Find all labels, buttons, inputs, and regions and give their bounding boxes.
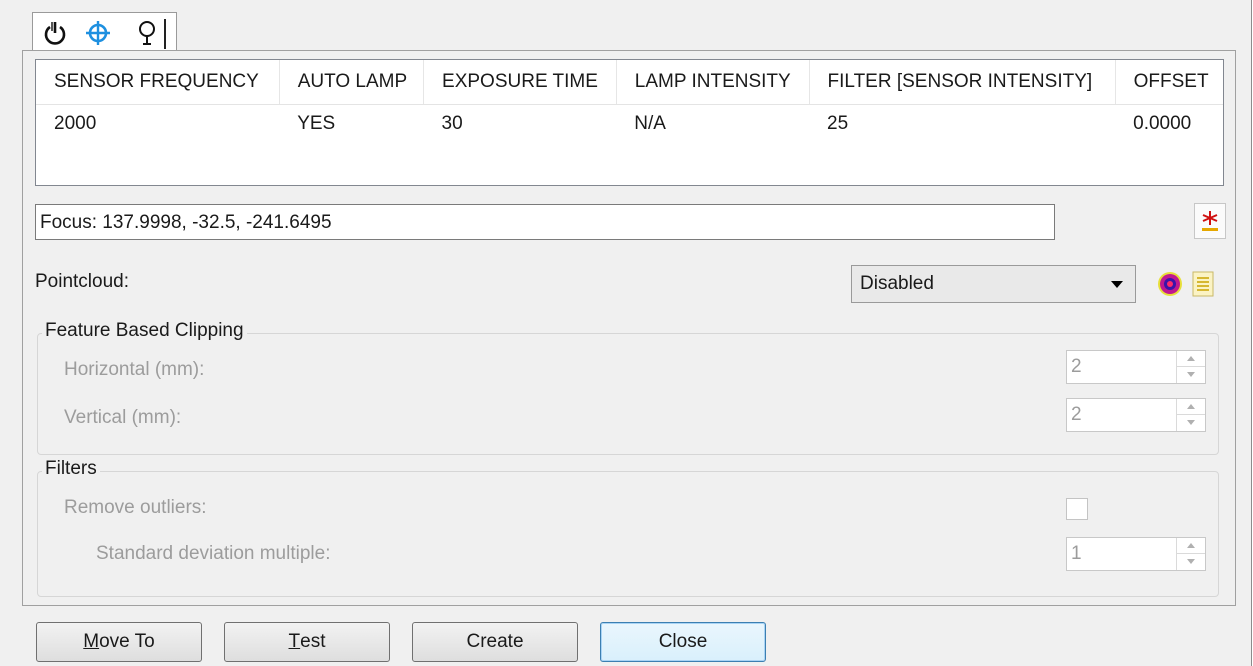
tab-panel: SENSOR FREQUENCY AUTO LAMP EXPOSURE TIME… xyxy=(22,50,1236,606)
grid-header-row: SENSOR FREQUENCY AUTO LAMP EXPOSURE TIME… xyxy=(36,60,1223,105)
column-header[interactable]: SENSOR FREQUENCY xyxy=(36,60,280,105)
spin-up-icon[interactable] xyxy=(1177,538,1205,554)
create-button[interactable]: Create xyxy=(412,622,578,662)
target-color-icon xyxy=(1158,272,1182,296)
document-list-icon xyxy=(1192,271,1214,297)
feature-clipping-title: Feature Based Clipping xyxy=(42,320,247,342)
std-dev-spin-buttons[interactable] xyxy=(1176,538,1205,570)
column-header[interactable]: LAMP INTENSITY xyxy=(615,60,810,105)
cell-exposure-time[interactable]: 30 xyxy=(424,105,617,144)
pointcloud-list-button[interactable] xyxy=(1191,270,1215,303)
spin-down-icon[interactable] xyxy=(1177,367,1205,383)
spin-down-icon[interactable] xyxy=(1177,415,1205,431)
vertical-spinner[interactable]: 2 xyxy=(1066,398,1206,432)
column-header[interactable]: FILTER [SENSOR INTENSITY] xyxy=(808,60,1116,105)
spin-up-icon[interactable] xyxy=(1177,351,1205,367)
tab-crosshair[interactable] xyxy=(76,12,121,53)
remove-outliers-label: Remove outliers: xyxy=(64,497,207,518)
settings-grid: SENSOR FREQUENCY AUTO LAMP EXPOSURE TIME… xyxy=(35,59,1224,186)
tab-lamp[interactable] xyxy=(120,12,177,53)
horizontal-label: Horizontal (mm): xyxy=(64,359,205,380)
cell-filter[interactable]: 25 xyxy=(809,105,1115,144)
pointcloud-selected-value: Disabled xyxy=(860,273,934,294)
cell-sensor-frequency[interactable]: 2000 xyxy=(36,105,279,144)
vertical-spin-buttons[interactable] xyxy=(1176,399,1205,431)
std-dev-spinner[interactable]: 1 xyxy=(1066,537,1206,571)
horizontal-spinner[interactable]: 2 xyxy=(1066,350,1206,384)
horizontal-spin-buttons[interactable] xyxy=(1176,351,1205,383)
move-to-mnemonic: M xyxy=(83,631,100,652)
pointcloud-view-button[interactable] xyxy=(1156,270,1184,303)
cell-offset[interactable]: 0.0000 xyxy=(1115,105,1223,144)
pointcloud-label: Pointcloud: xyxy=(35,271,130,292)
chevron-down-icon xyxy=(1111,281,1123,288)
feature-clipping-group: Feature Based Clipping Horizontal (mm): … xyxy=(37,320,1219,455)
horizontal-value: 2 xyxy=(1071,356,1082,377)
cell-lamp-intensity[interactable]: N/A xyxy=(616,105,809,144)
test-mnemonic: T xyxy=(288,631,301,652)
focus-star-button[interactable] xyxy=(1194,203,1226,239)
remove-outliers-checkbox[interactable] xyxy=(1066,498,1088,520)
std-dev-label: Standard deviation multiple: xyxy=(96,543,331,564)
filters-title: Filters xyxy=(42,458,100,480)
test-label: est xyxy=(300,631,326,652)
table-row[interactable]: 2000 YES 30 N/A 25 0.0000 xyxy=(36,105,1223,144)
focus-field[interactable]: Focus: 137.9998, -32.5, -241.6495 xyxy=(35,204,1055,240)
filters-group: Filters Remove outliers: Standard deviat… xyxy=(37,458,1219,597)
crosshair-icon xyxy=(86,21,110,45)
close-button[interactable]: Close xyxy=(600,622,766,662)
close-label: Close xyxy=(658,631,708,652)
column-header[interactable]: EXPOSURE TIME xyxy=(423,60,617,105)
cell-auto-lamp[interactable]: YES xyxy=(279,105,423,144)
spin-down-icon[interactable] xyxy=(1177,554,1205,570)
tab-divider xyxy=(164,19,166,49)
create-label: Create xyxy=(466,631,524,652)
power-icon xyxy=(44,22,66,45)
column-header[interactable]: AUTO LAMP xyxy=(278,60,424,105)
column-header[interactable]: OFFSET xyxy=(1114,60,1223,105)
test-button[interactable]: Test xyxy=(224,622,390,662)
dialog-window: SENSOR FREQUENCY AUTO LAMP EXPOSURE TIME… xyxy=(0,0,1252,666)
star-marker-icon xyxy=(1202,211,1218,231)
lamp-icon xyxy=(139,21,155,45)
vertical-label: Vertical (mm): xyxy=(64,407,182,428)
std-dev-value: 1 xyxy=(1071,543,1082,564)
move-to-button[interactable]: Move To xyxy=(36,622,202,662)
spin-up-icon[interactable] xyxy=(1177,399,1205,415)
vertical-value: 2 xyxy=(1071,404,1082,425)
pointcloud-select[interactable]: Disabled xyxy=(851,265,1136,303)
tab-power[interactable] xyxy=(32,12,78,53)
move-to-label: ove To xyxy=(99,631,155,652)
